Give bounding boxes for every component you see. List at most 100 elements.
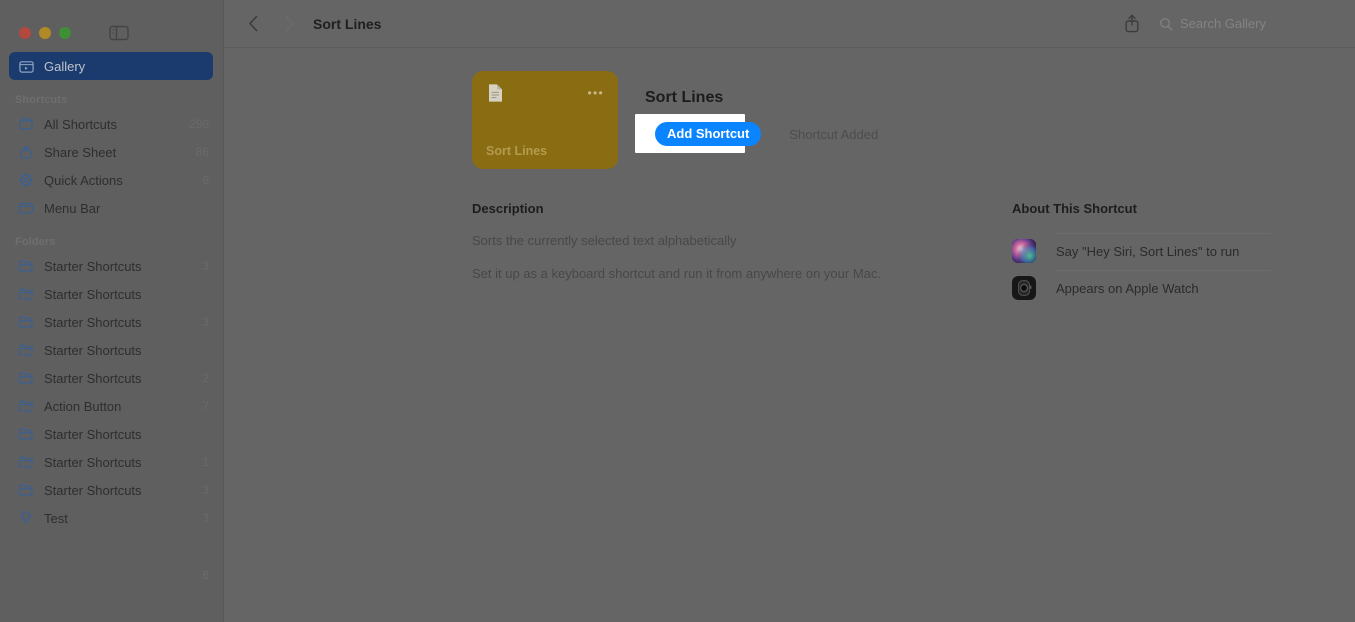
search-icon bbox=[1159, 17, 1173, 31]
row-separator bbox=[1056, 270, 1271, 271]
search-input[interactable]: Search Gallery bbox=[1153, 12, 1339, 36]
sidebar-item-all-shortcuts[interactable]: All Shortcuts 296 bbox=[0, 110, 223, 138]
folder-icon bbox=[18, 314, 34, 330]
siri-icon bbox=[1012, 239, 1036, 263]
sidebar-folder-item[interactable]: Starter Shortcuts 3 bbox=[0, 476, 223, 504]
sidebar-folder-item[interactable]: Starter Shortcuts 3 bbox=[0, 252, 223, 280]
row-separator bbox=[1056, 233, 1271, 234]
sidebar-item-label: All Shortcuts bbox=[44, 116, 117, 132]
about-row-siri: Say "Hey Siri, Sort Lines" to run bbox=[1012, 233, 1317, 269]
about-column: About This Shortcut Say "Hey Siri, Sort … bbox=[1012, 201, 1355, 306]
sidebar-folder-item-test[interactable]: Test 3 bbox=[0, 504, 223, 532]
status-badge: Shortcut Added bbox=[789, 126, 879, 142]
sidebar-section-folders: Folders bbox=[15, 236, 56, 248]
zoom-button[interactable] bbox=[59, 26, 71, 39]
description-paragraph: Sorts the currently selected text alphab… bbox=[472, 233, 737, 248]
folder-icon bbox=[18, 454, 34, 470]
sidebar-item-gallery[interactable]: Gallery bbox=[9, 52, 213, 80]
sidebar-item-menu-bar[interactable]: Menu Bar bbox=[0, 194, 223, 222]
sidebar-folder-item[interactable]: Starter Shortcuts 2 bbox=[0, 364, 223, 392]
sidebar-item-count: 3 bbox=[202, 315, 209, 329]
forward-button[interactable] bbox=[274, 9, 304, 39]
sidebar-item-label: Starter Shortcuts bbox=[44, 286, 142, 302]
folder-icon bbox=[18, 286, 34, 302]
content-area: ••• Sort Lines Sort Lines Add Shortcut S… bbox=[224, 48, 1355, 622]
puzzle-icon bbox=[18, 510, 34, 526]
hero-section: ••• Sort Lines Sort Lines Add Shortcut S… bbox=[224, 71, 1355, 181]
sidebar-item-count: 3 bbox=[202, 259, 209, 273]
sidebar-item-label: Test bbox=[44, 510, 68, 526]
main-area: Sort Lines Search Gallery ••• Sort Lines… bbox=[224, 0, 1355, 622]
window-controls bbox=[0, 0, 223, 46]
sidebar-folder-item[interactable]: Starter Shortcuts 3 bbox=[0, 308, 223, 336]
about-row-label: Say "Hey Siri, Sort Lines" to run bbox=[1056, 243, 1240, 259]
sidebar-item-label: Action Button bbox=[44, 398, 122, 414]
back-button[interactable] bbox=[238, 9, 268, 39]
sidebar-item-count: 3 bbox=[202, 511, 209, 525]
share-icon[interactable] bbox=[1117, 9, 1147, 39]
sidebar-item-count: 7 bbox=[202, 399, 209, 413]
sidebar-item-label: Starter Shortcuts bbox=[44, 454, 142, 470]
folder-icon bbox=[18, 426, 34, 442]
description-heading: Description bbox=[472, 201, 544, 216]
ellipsis-icon[interactable]: ••• bbox=[587, 87, 604, 99]
details-columns: Description Sorts the currently selected… bbox=[224, 201, 1355, 306]
document-icon bbox=[487, 83, 504, 108]
apple-watch-icon bbox=[1012, 276, 1036, 300]
sidebar-item-share-sheet[interactable]: Share Sheet 86 bbox=[0, 138, 223, 166]
sidebar-item-label: Menu Bar bbox=[44, 200, 101, 216]
page-title: Sort Lines bbox=[645, 89, 724, 106]
share-sheet-icon bbox=[18, 144, 34, 160]
sidebar-item-count: 6 bbox=[202, 568, 209, 582]
description-column: Description Sorts the currently selected… bbox=[472, 201, 1012, 306]
hero-info: Sort Lines Add Shortcut Shortcut Added bbox=[635, 71, 879, 181]
sidebar-section-shortcuts: Shortcuts bbox=[15, 94, 68, 106]
minimize-button[interactable] bbox=[39, 26, 51, 39]
sidebar-item-label: Quick Actions bbox=[44, 172, 123, 188]
sidebar-item-label: Share Sheet bbox=[44, 144, 117, 160]
folder-icon bbox=[18, 482, 34, 498]
breadcrumb: Sort Lines bbox=[313, 15, 382, 32]
action-row: Add Shortcut Shortcut Added bbox=[635, 114, 879, 154]
sidebar: Gallery Shortcuts All Shortcuts 296 Shar… bbox=[0, 0, 224, 622]
folder-icon bbox=[18, 342, 34, 358]
sidebar-folder-item[interactable]: Starter Shortcuts bbox=[0, 280, 223, 308]
close-button[interactable] bbox=[19, 26, 31, 39]
sidebar-folder-item[interactable]: Starter Shortcuts 1 bbox=[0, 448, 223, 476]
sidebar-folder-item-action-button[interactable]: Action Button 7 bbox=[0, 392, 223, 420]
sidebar-item-count: 1 bbox=[202, 455, 209, 469]
sidebar-item-count: 3 bbox=[202, 483, 209, 497]
search-placeholder: Search Gallery bbox=[1180, 16, 1266, 31]
about-heading: About This Shortcut bbox=[1012, 201, 1137, 216]
gallery-icon bbox=[18, 58, 34, 74]
sidebar-item-label: Gallery bbox=[44, 58, 86, 74]
menu-bar-icon bbox=[18, 200, 34, 216]
shortcut-card-name: Sort Lines bbox=[486, 144, 548, 158]
folder-icon bbox=[18, 398, 34, 414]
sidebar-item-label: Starter Shortcuts bbox=[44, 342, 142, 358]
sidebar-item-label: Starter Shortcuts bbox=[44, 258, 142, 274]
sidebar-item-label: Starter Shortcuts bbox=[44, 426, 142, 442]
sidebar-item-count: 6 bbox=[202, 173, 209, 187]
shortcuts-window: Gallery Shortcuts All Shortcuts 296 Shar… bbox=[0, 0, 1355, 622]
sidebar-item-count: 86 bbox=[195, 145, 209, 159]
add-shortcut-button[interactable]: Add Shortcut bbox=[655, 122, 762, 146]
description-paragraph: Set it up as a keyboard shortcut and run… bbox=[472, 266, 881, 281]
sidebar-folder-item[interactable]: Starter Shortcuts bbox=[0, 336, 223, 364]
sidebar-item-label: Starter Shortcuts bbox=[44, 370, 142, 386]
all-shortcuts-icon bbox=[18, 116, 34, 132]
about-row-label: Appears on Apple Watch bbox=[1056, 280, 1199, 296]
titlebar: Sort Lines Search Gallery bbox=[224, 0, 1355, 48]
folder-icon bbox=[18, 258, 34, 274]
folder-icon bbox=[18, 370, 34, 386]
quick-actions-icon bbox=[18, 172, 34, 188]
sidebar-item-quick-actions[interactable]: Quick Actions 6 bbox=[0, 166, 223, 194]
sidebar-toggle-icon[interactable] bbox=[109, 25, 129, 41]
sidebar-orphan-row: 6 bbox=[0, 561, 223, 589]
sidebar-item-count: 2 bbox=[202, 371, 209, 385]
sidebar-item-count: 296 bbox=[188, 117, 209, 131]
shortcut-card[interactable]: ••• Sort Lines bbox=[472, 71, 618, 169]
about-row-apple-watch: Appears on Apple Watch bbox=[1012, 270, 1317, 306]
sidebar-item-label: Starter Shortcuts bbox=[44, 314, 142, 330]
sidebar-folder-item[interactable]: Starter Shortcuts bbox=[0, 420, 223, 448]
